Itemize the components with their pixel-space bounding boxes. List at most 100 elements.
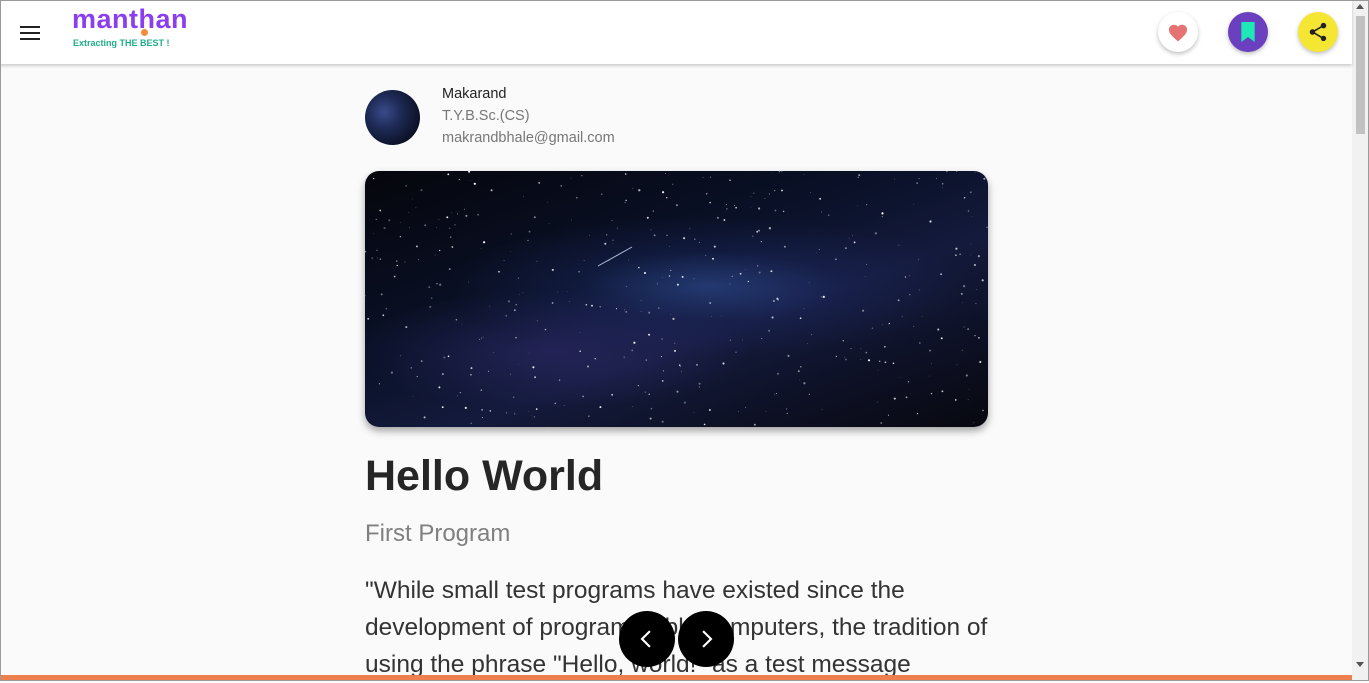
star bbox=[451, 246, 454, 248]
bookmark-button[interactable] bbox=[1228, 12, 1268, 52]
star bbox=[446, 216, 449, 219]
star bbox=[365, 295, 366, 297]
author-name: Makarand bbox=[442, 86, 507, 102]
star bbox=[535, 408, 538, 410]
shooting-star bbox=[597, 246, 633, 267]
star bbox=[905, 396, 908, 399]
star bbox=[800, 366, 802, 368]
star bbox=[803, 307, 805, 309]
star bbox=[787, 354, 790, 357]
star bbox=[884, 345, 886, 348]
star bbox=[781, 189, 783, 192]
star bbox=[396, 264, 398, 267]
star bbox=[866, 204, 868, 206]
star bbox=[774, 209, 777, 212]
star bbox=[648, 311, 651, 314]
post-title: Hello World bbox=[365, 452, 604, 500]
star bbox=[514, 413, 516, 415]
star bbox=[503, 260, 505, 262]
scroll-thumb[interactable] bbox=[1356, 16, 1365, 134]
star bbox=[696, 364, 698, 366]
scroll-up-icon[interactable] bbox=[1356, 4, 1364, 9]
star bbox=[808, 282, 810, 284]
star bbox=[420, 360, 423, 363]
star bbox=[882, 324, 883, 326]
star bbox=[583, 260, 585, 261]
star bbox=[477, 213, 480, 216]
scrollbar[interactable] bbox=[1352, 0, 1369, 681]
star bbox=[771, 316, 774, 319]
star bbox=[735, 206, 737, 209]
heart-icon bbox=[1168, 24, 1188, 42]
star bbox=[758, 271, 761, 274]
star bbox=[689, 227, 691, 229]
star bbox=[479, 372, 480, 373]
logo[interactable]: manthan Extracting THE BEST ! bbox=[72, 2, 202, 54]
star bbox=[713, 245, 716, 248]
next-button[interactable] bbox=[678, 611, 734, 667]
star bbox=[797, 370, 800, 373]
star bbox=[705, 255, 707, 256]
star bbox=[490, 189, 493, 192]
star bbox=[666, 234, 668, 236]
star bbox=[624, 309, 626, 311]
star bbox=[970, 243, 972, 245]
share-button[interactable] bbox=[1298, 12, 1338, 52]
star bbox=[956, 364, 958, 365]
star bbox=[941, 390, 944, 393]
star bbox=[585, 303, 588, 306]
star bbox=[900, 377, 901, 378]
star bbox=[975, 303, 977, 305]
star bbox=[968, 389, 970, 391]
like-button[interactable] bbox=[1158, 12, 1198, 52]
star bbox=[961, 349, 963, 351]
star bbox=[649, 417, 652, 420]
star bbox=[810, 192, 812, 193]
star bbox=[871, 327, 874, 330]
star bbox=[709, 302, 712, 304]
star bbox=[679, 365, 681, 367]
star bbox=[650, 229, 652, 231]
star bbox=[676, 390, 679, 393]
star bbox=[668, 275, 671, 277]
star bbox=[461, 323, 463, 325]
star bbox=[510, 233, 512, 235]
star bbox=[527, 411, 529, 412]
star bbox=[880, 422, 883, 424]
star bbox=[412, 198, 413, 200]
star bbox=[481, 417, 483, 419]
star bbox=[582, 395, 585, 398]
menu-button[interactable] bbox=[16, 19, 44, 47]
star bbox=[753, 423, 756, 426]
star bbox=[532, 366, 535, 369]
star bbox=[530, 415, 532, 417]
star bbox=[752, 235, 754, 237]
star bbox=[822, 295, 825, 299]
star bbox=[844, 356, 845, 358]
star bbox=[579, 332, 581, 333]
avatar[interactable] bbox=[365, 90, 420, 145]
star bbox=[624, 173, 627, 175]
scroll-down-icon[interactable] bbox=[1356, 662, 1364, 667]
star bbox=[626, 285, 628, 288]
star bbox=[415, 207, 417, 209]
star bbox=[738, 411, 739, 413]
previous-button[interactable] bbox=[619, 611, 675, 667]
star bbox=[612, 243, 613, 244]
star bbox=[612, 239, 614, 242]
star bbox=[975, 289, 977, 290]
star bbox=[633, 341, 636, 344]
star bbox=[835, 355, 837, 357]
star bbox=[918, 289, 920, 291]
star bbox=[750, 196, 752, 197]
star bbox=[753, 192, 755, 194]
post-subtitle: First Program bbox=[365, 520, 511, 547]
star bbox=[955, 399, 957, 401]
star bbox=[962, 284, 966, 288]
star bbox=[405, 185, 407, 187]
star bbox=[669, 245, 670, 247]
star bbox=[625, 199, 627, 202]
star bbox=[946, 171, 948, 173]
star bbox=[735, 351, 737, 354]
star bbox=[366, 420, 369, 423]
